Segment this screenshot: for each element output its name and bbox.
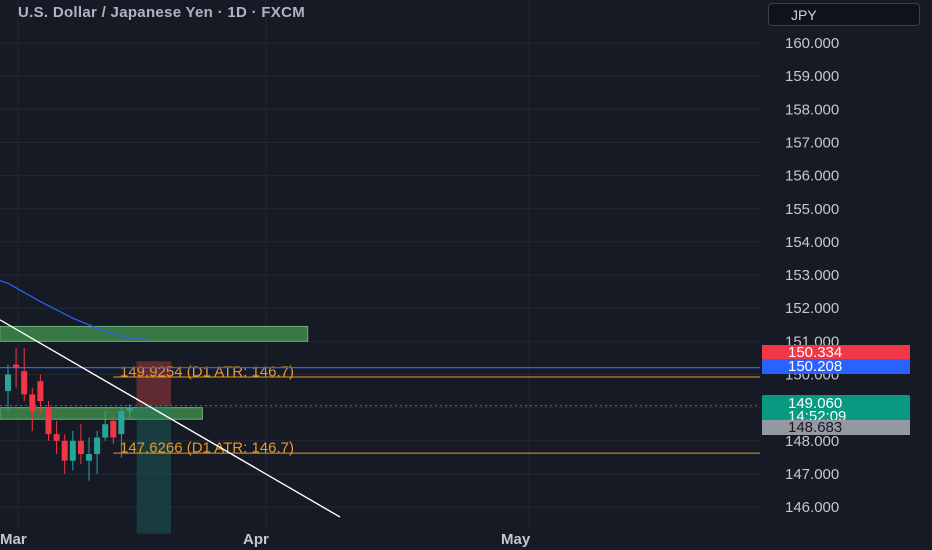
candle-body: [86, 454, 92, 461]
candle-body: [45, 407, 52, 435]
price-tick-label: 157.000: [785, 134, 839, 151]
time-tick-label: Mar: [0, 531, 27, 548]
time-tick-label: Apr: [243, 531, 269, 548]
zone-rect: [0, 325, 309, 342]
price-tick-label: 147.000: [785, 466, 839, 483]
price-tick-label: 158.000: [785, 101, 839, 118]
price-tag-gray: 148.683: [762, 420, 910, 435]
last-price-tag: 149.060 14:52:09: [762, 395, 910, 424]
candle-body: [94, 437, 101, 455]
price-axis[interactable]: 160.000 159.000 158.000 157.000 156.000 155.0…: [785, 35, 839, 516]
price-tick-label: 154.000: [785, 234, 839, 251]
atr-level-label: 147.6266 (D1 ATR: 146.7): [120, 440, 294, 457]
atr-level-label: 149.9254 (D1 ATR: 146.7): [120, 363, 294, 380]
candle-body: [102, 424, 109, 438]
price-tick-label: 160.000: [785, 35, 839, 52]
candle-body: [126, 407, 133, 411]
price-tick-label: 146.000: [785, 499, 839, 516]
chart-title: U.S. Dollar / Japanese Yen · 1D · FXCM: [18, 4, 306, 21]
candle-body: [77, 440, 84, 455]
price-tick-label: 159.000: [785, 68, 839, 85]
price-tag-blue: 150.208: [762, 359, 910, 374]
price-chart[interactable]: 149.9254 (D1 ATR: 146.7) 147.6266 (D1 ATR…: [0, 0, 932, 550]
price-tick-label: 152.000: [785, 300, 839, 317]
candle-body: [61, 440, 68, 461]
time-tick-label: May: [501, 531, 531, 548]
candle-body: [21, 371, 28, 395]
price-tick-label: 148.000: [785, 433, 839, 450]
price-tick-label: 153.000: [785, 267, 839, 284]
candle-body: [110, 420, 117, 438]
price-tag-red: 150.334: [762, 345, 910, 360]
price-tick-label: 156.000: [785, 168, 839, 185]
candle-body: [37, 381, 44, 402]
price-tick-label: 155.000: [785, 201, 839, 218]
candle-body: [69, 440, 76, 461]
candle-body: [53, 434, 60, 441]
take-profit-zone: [136, 405, 171, 534]
candle-body: [13, 364, 20, 368]
currency-button[interactable]: JPY: [768, 3, 920, 26]
candle-body: [118, 410, 125, 435]
candle-body: [5, 374, 11, 392]
candle-body: [29, 394, 36, 411]
